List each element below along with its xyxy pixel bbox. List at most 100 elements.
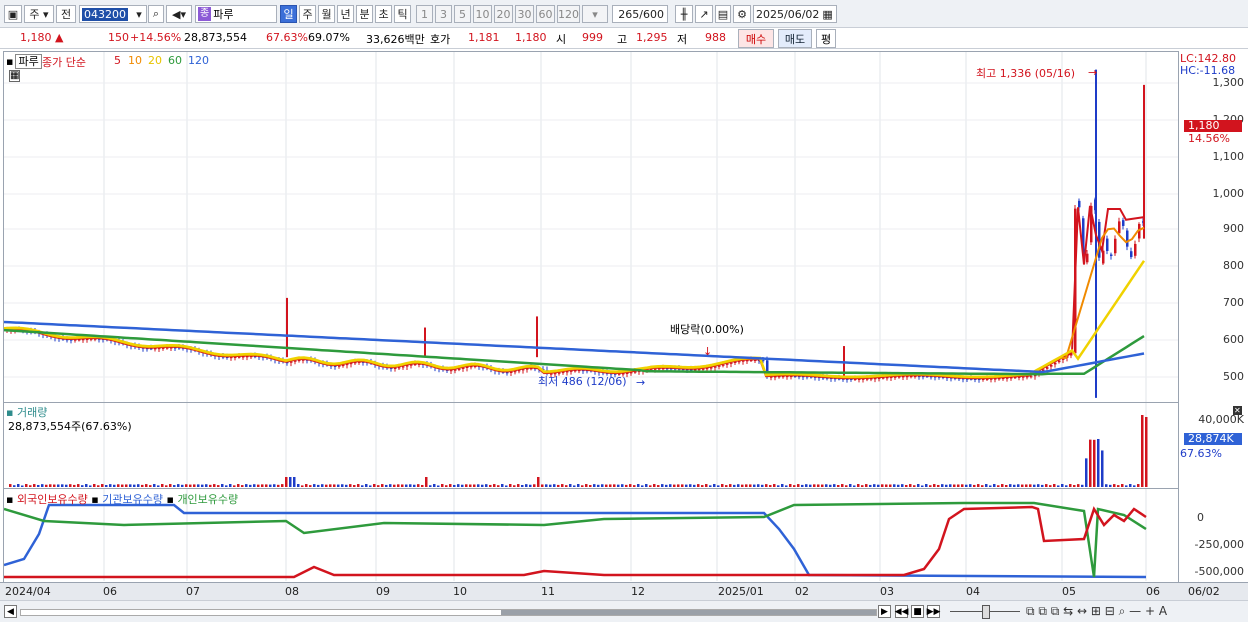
- interval-dropdown[interactable]: ▾: [582, 5, 608, 23]
- volume-bar: [705, 484, 708, 487]
- period-day[interactable]: 일: [280, 5, 297, 23]
- volume-bar: [177, 484, 180, 487]
- volume-bar: [17, 484, 20, 487]
- volume-bar: [29, 485, 32, 487]
- interval-30[interactable]: 30: [515, 5, 534, 23]
- volume-bar: [853, 485, 856, 487]
- buy-button[interactable]: 매수: [738, 29, 774, 48]
- volume-bar: [657, 485, 660, 487]
- zoom-handle[interactable]: [982, 605, 990, 619]
- period-month[interactable]: 월: [318, 5, 335, 23]
- period-tick[interactable]: 틱: [394, 5, 411, 23]
- volume-bar: [385, 484, 388, 487]
- volume-bar: [765, 484, 768, 487]
- save-icon[interactable]: ▤: [715, 5, 731, 23]
- sound-icon[interactable]: ◀▾: [166, 5, 192, 23]
- volume-bar: [45, 484, 48, 487]
- table-icon[interactable]: ▦: [9, 70, 21, 82]
- interval-3[interactable]: 3: [435, 5, 452, 23]
- date-label: 06: [1146, 585, 1160, 598]
- holding-axis-0: 0: [1197, 511, 1204, 524]
- volume-bar: [805, 484, 808, 487]
- scrollbar-track[interactable]: [20, 609, 877, 616]
- volume-bar: [869, 484, 872, 487]
- price-change: 150: [108, 31, 129, 44]
- volume-bar: [109, 484, 112, 487]
- price-chart[interactable]: → → ↓: [4, 52, 1178, 402]
- interval-60[interactable]: 60: [536, 5, 555, 23]
- turnover-pct: 67.63%: [266, 31, 308, 44]
- candle-body: [1054, 362, 1057, 365]
- volume-bar: [589, 485, 592, 487]
- volume-bar: [821, 484, 824, 487]
- interval-120[interactable]: 120: [557, 5, 580, 23]
- volume-bar: [873, 484, 876, 487]
- volume-bar: [573, 485, 576, 487]
- volume-bar: [517, 484, 520, 487]
- ma-legend-10: 10: [128, 54, 142, 67]
- sell-button[interactable]: 매도: [778, 29, 812, 48]
- candle-type-icon[interactable]: ╫: [675, 5, 693, 23]
- volume-bar: [857, 484, 860, 487]
- volume-bar: [833, 484, 836, 487]
- calendar-icon[interactable]: ▦: [822, 8, 832, 21]
- chart-tools-icon[interactable]: ⧉ ⧉ ⧉ ⇆ ↔ ⊞ ⊟ ⌕ — + A: [1026, 604, 1167, 619]
- volume-chart[interactable]: [4, 403, 1178, 487]
- interval-5[interactable]: 5: [454, 5, 471, 23]
- volume-bar: [181, 484, 184, 487]
- open-price: 999: [582, 31, 603, 44]
- scroll-left-icon[interactable]: ◀: [4, 605, 17, 618]
- volume-bar: [377, 485, 380, 487]
- volume-bar: [681, 484, 684, 487]
- interval-10[interactable]: 10: [473, 5, 492, 23]
- volume-bar: [729, 484, 732, 487]
- volume-bar: [825, 484, 828, 487]
- search-icon[interactable]: ⌕: [148, 5, 164, 23]
- drawing-tool-icon[interactable]: ↗: [695, 5, 713, 23]
- candle-body: [1134, 243, 1137, 256]
- volume-bar: [957, 484, 960, 487]
- scrollbar-thumb[interactable]: [501, 610, 876, 615]
- volume-bar: [525, 484, 528, 487]
- stop-icon[interactable]: ■: [911, 605, 924, 618]
- forward-icon[interactable]: ▶▶: [927, 605, 940, 618]
- date-label: 2025/01: [718, 585, 764, 598]
- volume-bar: [265, 484, 268, 487]
- period-second[interactable]: 초: [375, 5, 392, 23]
- volume-bar: [937, 484, 940, 487]
- date-label: 2024/04: [5, 585, 51, 598]
- interval-1[interactable]: 1: [416, 5, 433, 23]
- period-minute[interactable]: 분: [356, 5, 373, 23]
- volume-bar: [897, 484, 900, 487]
- low-note: 최저 486 (12/06): [538, 375, 627, 388]
- volume-bar: [213, 484, 216, 487]
- price-change-pct: +14.56%: [130, 31, 182, 44]
- volume-bar: [245, 484, 248, 487]
- price-axis: LC:142.80 HC:-11.68 1,300 1,200 1,100 1,…: [1180, 51, 1248, 403]
- volume-close-icon[interactable]: ✕: [1233, 406, 1242, 415]
- eval-button[interactable]: 평: [816, 29, 836, 48]
- volume-bar: [733, 484, 736, 487]
- code-dropdown-icon[interactable]: ▾: [132, 5, 146, 23]
- trade-amount: 33,626백만: [366, 33, 425, 46]
- volume-bar: [1073, 485, 1076, 487]
- period-year[interactable]: 년: [337, 5, 354, 23]
- volume-bar: [381, 484, 384, 487]
- volume-bar: [809, 484, 812, 487]
- candle-body: [338, 365, 341, 367]
- rewind-icon[interactable]: ◀◀: [895, 605, 908, 618]
- market-select[interactable]: 주 ▾: [24, 5, 54, 23]
- stock-name-field[interactable]: 종 파루: [195, 5, 277, 23]
- chart-menu-icon[interactable]: ▣: [4, 5, 22, 23]
- scroll-right-icon[interactable]: ▶: [878, 605, 891, 618]
- volume-bar: [397, 484, 400, 487]
- data-count-field[interactable]: 265/600: [612, 5, 668, 23]
- date-field[interactable]: 2025/06/02 ▦: [753, 5, 837, 23]
- volume-bar: [893, 484, 896, 487]
- period-week[interactable]: 주: [299, 5, 316, 23]
- gear-icon[interactable]: ⚙: [733, 5, 751, 23]
- prev-button[interactable]: 전: [56, 5, 76, 23]
- axis-1300: 1,300: [1212, 76, 1245, 89]
- volume-bar: [333, 484, 336, 487]
- interval-20[interactable]: 20: [494, 5, 513, 23]
